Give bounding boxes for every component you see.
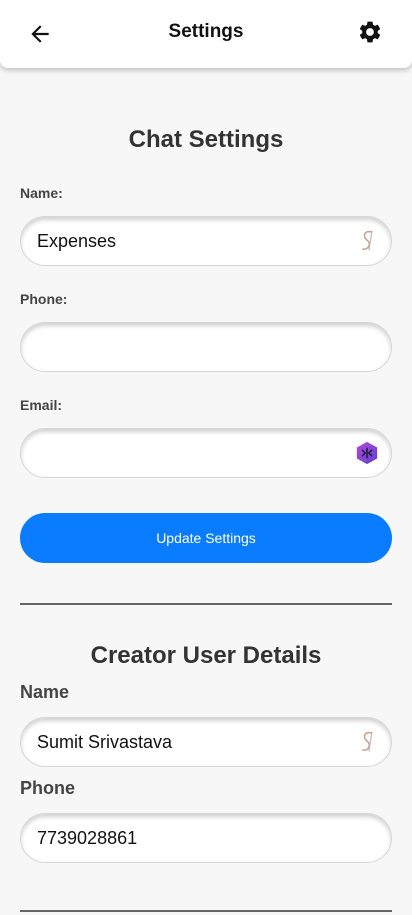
email-label: Email: [20,397,63,413]
creator-details-heading: Creator User Details [90,642,322,669]
divider [20,910,392,912]
gear-icon [359,21,381,43]
update-settings-button[interactable]: Update Settings [20,513,392,563]
phone-label: Phone: [20,291,68,307]
creator-phone-label: Phone [20,778,76,798]
creator-name-value: Sumit Srivastava [37,731,173,752]
chat-phone-field[interactable] [20,322,392,372]
creator-phone-value: 7739028861 [37,827,138,848]
chat-name-value: Expenses [37,230,117,251]
creator-name-field[interactable]: Sumit Srivastava [20,717,392,767]
chat-name-field[interactable]: Expenses [20,216,392,266]
arrow-left-icon [31,25,49,43]
app-bar: Settings [0,0,412,68]
name-label: Name: [20,185,63,201]
divider [20,603,392,605]
chat-email-field[interactable] [20,428,392,478]
creator-name-label: Name [20,682,70,702]
script-s-icon[interactable] [355,730,379,754]
settings-button[interactable] [354,16,386,48]
cube-extension-icon[interactable] [355,441,379,465]
creator-phone-field[interactable]: 7739028861 [20,813,392,863]
chat-settings-heading: Chat Settings [128,126,284,153]
script-s-icon[interactable] [355,229,379,253]
page-title: Settings [168,21,244,42]
back-button[interactable] [24,18,56,50]
